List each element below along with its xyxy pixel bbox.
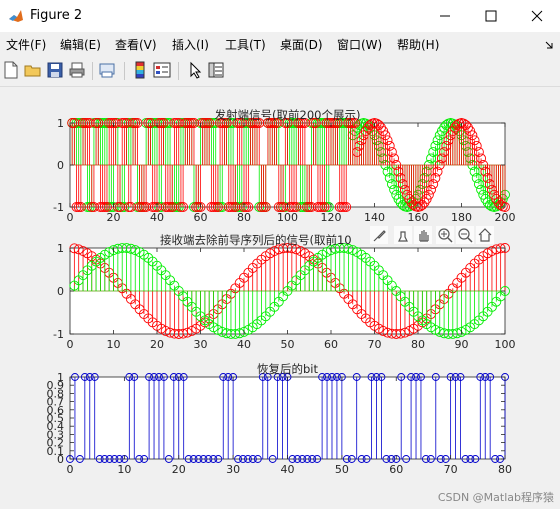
x-tick-label: 20 — [172, 463, 186, 476]
plots-svg: 0 20 40 60 80 100 120 140 160 180 200-101发射端信号(取前2… — [47, 108, 516, 476]
x-tick-label: 20 — [107, 211, 121, 224]
minimize-button[interactable] — [422, 0, 468, 32]
axes-title: 恢复后的bit — [257, 362, 318, 376]
x-tick-label: 180 — [451, 211, 472, 224]
x-tick-label: 0 — [67, 338, 74, 351]
x-tick-label: 50 — [335, 463, 349, 476]
y-tick-label: 1 — [57, 371, 64, 384]
axes-toolbar — [370, 226, 494, 244]
x-tick-label: 160 — [408, 211, 429, 224]
y-tick-label: -1 — [53, 201, 64, 214]
y-tick-label: 0 — [57, 285, 64, 298]
menu-bar: 文件(F) 编辑(E) 查看(V) 插入(I) 工具(T) 桌面(D) 窗口(W… — [0, 32, 560, 56]
title-bar: Figure 2 — [0, 0, 560, 32]
x-tick-label: 60 — [194, 211, 208, 224]
x-tick-label: 40 — [237, 338, 251, 351]
y-tick-label: -1 — [53, 328, 64, 341]
x-tick-label: 200 — [495, 211, 516, 224]
matlab-logo-icon — [9, 10, 23, 22]
minimize-icon — [440, 15, 450, 17]
maximize-icon — [485, 10, 497, 22]
x-tick-label: 70 — [444, 463, 458, 476]
x-tick-label: 80 — [411, 338, 425, 351]
home-icon[interactable] — [476, 226, 494, 244]
figure-canvas: 0 20 40 60 80 100 120 140 160 180 200 -1 0 1 发射端信号(取前2… — [0, 88, 560, 509]
colorbar-icon[interactable] — [131, 61, 149, 79]
zoom-out-icon[interactable] — [456, 226, 474, 244]
y-tick-label: 0 — [57, 159, 64, 172]
menu-insert[interactable]: 插入(I) — [172, 36, 209, 53]
y-tick-label: 1 — [57, 242, 64, 255]
x-tick-label: 10 — [107, 338, 121, 351]
property-inspector-icon[interactable] — [207, 61, 225, 79]
x-tick-label: 60 — [324, 338, 338, 351]
x-tick-label: 80 — [237, 211, 251, 224]
axes-title: 发射端信号(取前200个展示) — [215, 108, 361, 122]
zoom-in-icon[interactable] — [436, 226, 454, 244]
link-icon[interactable] — [98, 61, 116, 79]
menu-tools[interactable]: 工具(T) — [225, 36, 266, 53]
axes-transmit-signal[interactable]: 0 20 40 60 80 100 120 140 160 180 200-101发射端信号(取前2… — [53, 108, 515, 224]
menu-window[interactable]: 窗口(W) — [337, 36, 382, 53]
pointer-icon[interactable] — [186, 61, 204, 79]
save-icon[interactable] — [46, 61, 64, 79]
x-tick-label: 120 — [321, 211, 342, 224]
x-tick-label: 40 — [150, 211, 164, 224]
open-folder-icon[interactable] — [24, 61, 42, 79]
x-tick-label: 30 — [194, 338, 208, 351]
menu-view[interactable]: 查看(V) — [115, 36, 157, 53]
datatip-icon[interactable] — [394, 226, 412, 244]
x-tick-label: 50 — [281, 338, 295, 351]
watermark: CSDN @Matlab程序猿 — [437, 491, 554, 504]
x-tick-label: 140 — [364, 211, 385, 224]
pan-icon[interactable] — [414, 226, 432, 244]
menu-desktop[interactable]: 桌面(D) — [280, 36, 323, 53]
dock-arrow-icon[interactable] — [544, 40, 554, 50]
close-icon — [531, 10, 543, 22]
x-tick-label: 20 — [150, 338, 164, 351]
menu-file[interactable]: 文件(F) — [6, 36, 46, 53]
close-button[interactable] — [514, 0, 560, 32]
x-tick-label: 100 — [277, 211, 298, 224]
x-tick-label: 80 — [498, 463, 512, 476]
x-tick-label: 60 — [389, 463, 403, 476]
window-title: Figure 2 — [30, 8, 83, 23]
maximize-button[interactable] — [468, 0, 514, 32]
axes-recovered-bits[interactable]: 0 10 20 30 40 50 60 70 8000.10.20.30.40.50.60.70… — [47, 362, 513, 476]
x-tick-label: 40 — [281, 463, 295, 476]
print-icon[interactable] — [68, 61, 86, 79]
menu-edit[interactable]: 编辑(E) — [60, 36, 101, 53]
x-tick-label: 30 — [226, 463, 240, 476]
axes-title: 接收端去除前导序列后的信号(取前10 — [160, 233, 352, 247]
new-figure-icon[interactable] — [2, 61, 20, 79]
axes-received-signal[interactable]: 0 10 20 30 40 50 60 70 80 90 100-101接收端去除前导序列后的信号(… — [53, 233, 515, 351]
y-tick-label: 1 — [57, 117, 64, 130]
x-tick-label: 90 — [455, 338, 469, 351]
legend-icon[interactable] — [153, 61, 171, 79]
x-tick-label: 70 — [368, 338, 382, 351]
menu-help[interactable]: 帮助(H) — [397, 36, 439, 53]
figure-toolbar — [0, 56, 560, 87]
x-tick-label: 0 — [67, 463, 74, 476]
x-tick-label: 10 — [117, 463, 131, 476]
x-tick-label: 100 — [495, 338, 516, 351]
brush-icon[interactable] — [370, 226, 388, 244]
x-tick-label: 0 — [67, 211, 74, 224]
